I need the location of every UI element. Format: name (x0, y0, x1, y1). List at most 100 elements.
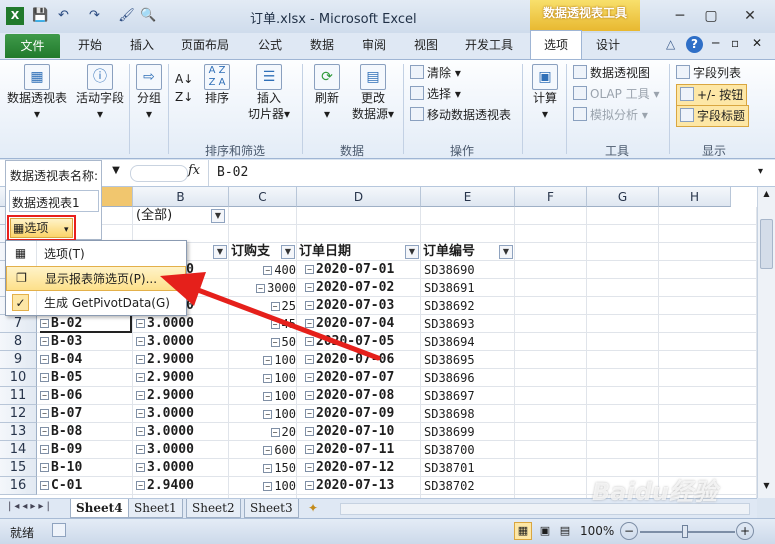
doc-minimize-icon[interactable]: ─ (712, 36, 719, 50)
collapse-icon[interactable]: − (136, 463, 145, 472)
scroll-down-icon[interactable]: ▼ (760, 481, 773, 495)
undo-icon[interactable]: ↶ (55, 7, 72, 24)
collapse-icon[interactable]: − (305, 463, 314, 472)
tab-insert[interactable]: 插入 (120, 33, 164, 59)
column-header-e[interactable]: E (421, 187, 515, 207)
value-cell-e[interactable]: SD38701 (424, 459, 514, 477)
value-cell-e[interactable]: SD38697 (424, 387, 514, 405)
value-cell-c[interactable]: −100 (229, 387, 296, 405)
pivot-table-button[interactable]: ▦ 数据透视表 ▾ (4, 64, 70, 122)
tab-design[interactable]: 设计 (586, 33, 630, 59)
value-cell-e[interactable]: SD38698 (424, 405, 514, 423)
value-cell-c[interactable]: −100 (229, 477, 296, 495)
sort-button[interactable]: A ZZ A 排序 (200, 64, 234, 106)
value-cell-d[interactable]: −2020-07-09 (305, 405, 420, 423)
close-button[interactable]: ✕ (738, 6, 762, 26)
value-cell-e[interactable]: SD38694 (424, 333, 514, 351)
value-cell-d[interactable]: −2020-07-08 (305, 387, 420, 405)
collapse-icon[interactable]: − (305, 355, 314, 364)
value-cell-c[interactable]: −100 (229, 351, 296, 369)
vertical-scrollbar[interactable]: ▲ ▼ (757, 187, 775, 498)
row-header[interactable]: 14 (0, 441, 37, 459)
collapse-icon[interactable]: − (263, 374, 273, 383)
collapse-icon[interactable]: − (305, 301, 314, 310)
ribbon-collapse-icon[interactable]: △ (666, 37, 675, 51)
menu-item-options[interactable]: ▦ 选项(T) (6, 242, 186, 266)
value-cell-e[interactable]: SD38699 (424, 423, 514, 441)
scroll-thumb[interactable] (760, 219, 773, 269)
collapse-icon[interactable]: − (263, 266, 273, 275)
normal-view-icon[interactable]: ▦ (514, 522, 532, 540)
tab-formulas[interactable]: 公式 (248, 33, 292, 59)
field-headers-toggle[interactable]: 字段标题 (676, 105, 750, 127)
collapse-icon[interactable]: − (263, 392, 273, 401)
select-button[interactable]: 选择 ▾ (410, 84, 461, 104)
collapse-icon[interactable]: − (305, 391, 314, 400)
collapse-icon[interactable]: − (136, 481, 145, 490)
formula-bar-resize[interactable] (130, 165, 188, 182)
pivot-row-label[interactable]: − B-09 (40, 441, 132, 459)
pivot-options-button[interactable]: ▦选项 ▾ (10, 218, 73, 238)
value-cell-e[interactable]: SD38692 (424, 297, 514, 315)
pivot-row-label[interactable]: − B-08 (40, 423, 132, 441)
calculations-button[interactable]: ▣ 计算 ▾ (527, 64, 563, 122)
column-header-f[interactable]: F (515, 187, 587, 207)
value-cell-e[interactable]: SD38700 (424, 441, 514, 459)
what-if-button[interactable]: 模拟分析 ▾ (573, 105, 648, 125)
collapse-icon[interactable]: − (136, 319, 145, 328)
collapse-icon[interactable]: − (40, 427, 49, 436)
redo-icon[interactable]: ↷ (86, 7, 103, 24)
minimize-button[interactable]: ─ (668, 6, 692, 26)
value-cell-c[interactable]: −3000 (229, 279, 296, 297)
collapse-icon[interactable]: − (263, 446, 273, 455)
tab-options[interactable]: 选项 (530, 30, 582, 59)
collapse-icon[interactable]: − (40, 391, 49, 400)
value-cell-b[interactable]: −3.0000 (136, 459, 228, 477)
tab-home[interactable]: 开始 (68, 33, 112, 59)
header-cell-e[interactable]: 订单编号 ▼ (421, 243, 515, 261)
column-header-d[interactable]: D (297, 187, 421, 207)
collapse-icon[interactable]: − (136, 427, 145, 436)
row-header[interactable]: 8 (0, 333, 37, 351)
value-cell-c[interactable]: −150 (229, 459, 296, 477)
value-cell-e[interactable]: SD38695 (424, 351, 514, 369)
value-cell-b[interactable]: −3.0000 (136, 441, 228, 459)
collapse-icon[interactable]: − (305, 427, 314, 436)
row-header[interactable]: 16 (0, 477, 37, 495)
sheet-tab-sheet4[interactable]: Sheet4 (70, 499, 129, 518)
doc-close-icon[interactable]: ✕ (752, 36, 762, 50)
value-cell-b[interactable]: −3.0000 (136, 405, 228, 423)
name-box-dropdown-icon[interactable]: ▼ (104, 165, 128, 182)
pivot-row-label[interactable]: − B-05 (40, 369, 132, 387)
pivot-row-label[interactable]: − B-02 (40, 315, 132, 333)
collapse-icon[interactable]: − (136, 337, 145, 346)
filter-dropdown-icon[interactable]: ▼ (211, 209, 225, 223)
collapse-icon[interactable]: − (305, 481, 314, 490)
plus-minus-buttons-toggle[interactable]: +/- 按钮 (676, 84, 748, 106)
refresh-button[interactable]: ⟳ 刷新 ▾ (307, 64, 347, 122)
scroll-up-icon[interactable]: ▲ (760, 189, 773, 203)
sheet-tab-sheet3[interactable]: Sheet3 (244, 499, 299, 518)
value-cell-b[interactable]: −2.9000 (136, 387, 228, 405)
tab-view[interactable]: 视图 (404, 33, 448, 59)
collapse-icon[interactable]: − (305, 283, 314, 292)
value-cell-b[interactable]: −3.0000 (136, 315, 228, 333)
collapse-icon[interactable]: − (263, 410, 273, 419)
collapse-icon[interactable]: − (256, 284, 266, 293)
clear-button[interactable]: 清除 ▾ (410, 63, 461, 83)
value-cell-c[interactable]: −100 (229, 405, 296, 423)
value-cell-b[interactable]: −3.0000 (136, 423, 228, 441)
collapse-icon[interactable]: − (136, 391, 145, 400)
active-field-button[interactable]: ⓘ 活动字段 ▾ (72, 64, 128, 122)
value-cell-d[interactable]: −2020-07-12 (305, 459, 420, 477)
collapse-icon[interactable]: − (136, 409, 145, 418)
tab-review[interactable]: 审阅 (352, 33, 396, 59)
collapse-icon[interactable]: − (270, 320, 280, 329)
pivot-row-label[interactable]: − B-03 (40, 333, 132, 351)
field-list-button[interactable]: 字段列表 (676, 63, 741, 83)
collapse-icon[interactable]: − (305, 409, 314, 418)
column-header-h[interactable]: H (659, 187, 731, 207)
collapse-icon[interactable]: − (305, 319, 314, 328)
pivot-chart-button[interactable]: 数据透视图 (573, 63, 650, 83)
collapse-icon[interactable]: − (270, 302, 280, 311)
